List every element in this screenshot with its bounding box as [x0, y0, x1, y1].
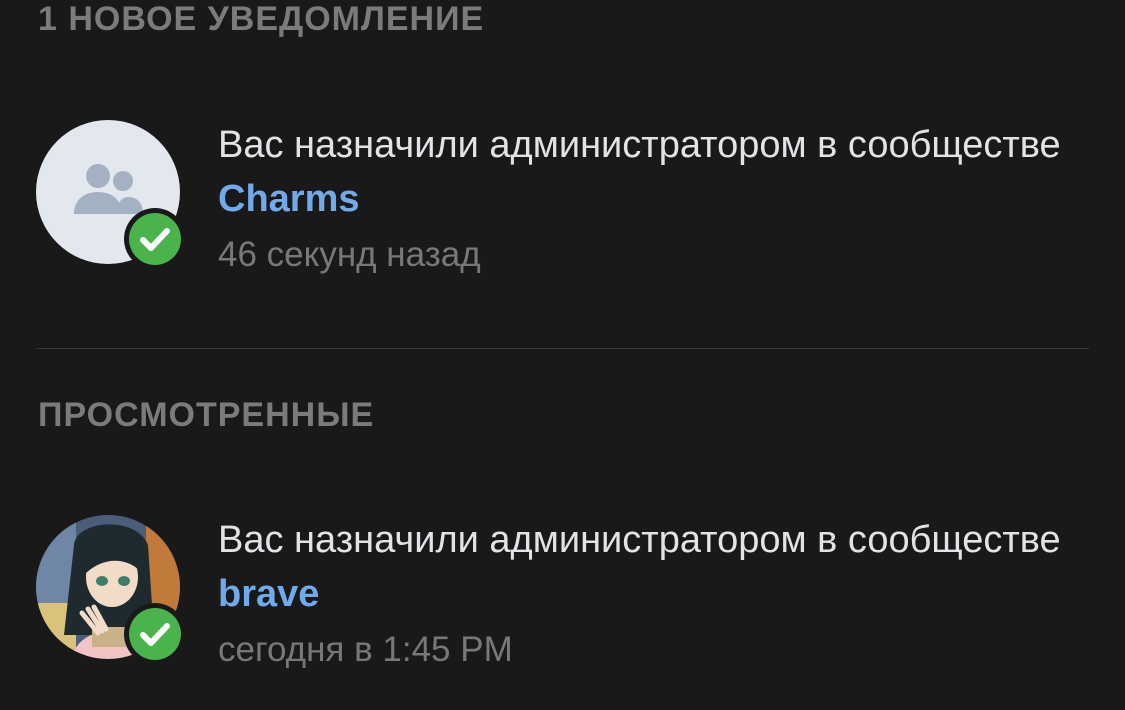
notification-message: Вас назначили администратором в сообщест…: [218, 118, 1098, 226]
notification-content: Вас назначили администратором в сообщест…: [218, 513, 1098, 677]
notification-item[interactable]: Вас назначили администратором в сообщест…: [0, 110, 1125, 280]
notification-message: Вас назначили администратором в сообщест…: [218, 513, 1098, 621]
notification-item[interactable]: Вас назначили администратором в сообщест…: [0, 505, 1125, 675]
group-link-brave[interactable]: brave: [218, 573, 319, 615]
checkmark-icon: [140, 228, 170, 251]
notification-time: сегодня в 1:45 PM: [218, 630, 513, 669]
notification-time: 46 секунд назад: [218, 235, 481, 274]
checkmark-icon: [140, 623, 170, 646]
notifications-page: 1 НОВОЕ УВЕДОМЛЕНИЕ Вас назначили админи…: [0, 0, 1125, 710]
notification-content: Вас назначили администратором в сообщест…: [218, 118, 1098, 282]
section-divider: [36, 348, 1089, 349]
admin-badge: [124, 208, 186, 270]
admin-badge: [124, 603, 186, 665]
notification-text: Вас назначили администратором в сообщест…: [218, 124, 1061, 166]
new-notifications-header: 1 НОВОЕ УВЕДОМЛЕНИЕ: [38, 0, 485, 38]
notification-text: Вас назначили администратором в сообщест…: [218, 519, 1061, 561]
viewed-notifications-header: ПРОСМОТРЕННЫЕ: [38, 396, 375, 434]
group-link-charms[interactable]: Charms: [218, 178, 360, 220]
